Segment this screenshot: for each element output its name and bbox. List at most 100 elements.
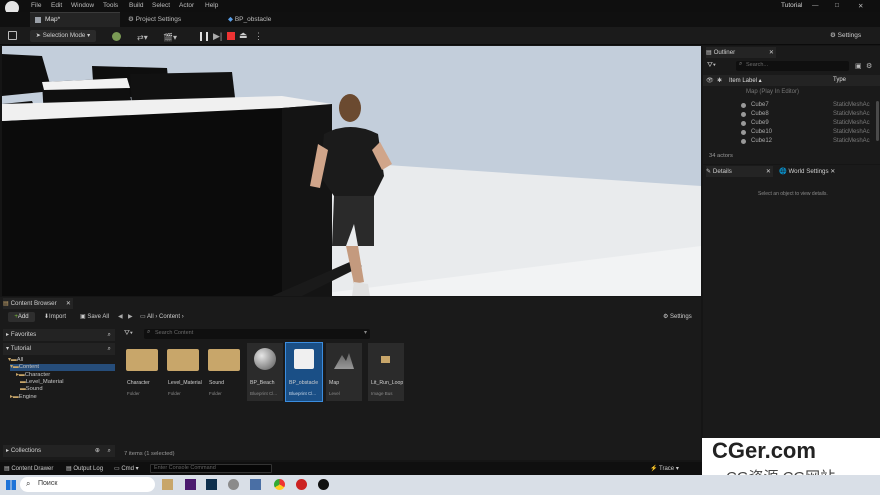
folder-icon: ▸▬ [16,372,25,378]
asset-tile[interactable]: BP_Beach Blueprint Cl... [247,343,283,401]
windows-start-icon[interactable] [6,480,16,490]
outliner-title: Outliner [713,49,736,56]
cinematics-icon[interactable]: 🎬▾ [163,33,177,42]
col-type[interactable]: Type [833,77,846,83]
menu-window[interactable]: Window [71,2,94,9]
tab-details[interactable]: ✎ Details ✕ [706,166,773,177]
outliner-row[interactable]: Cube12 StaticMeshAc [703,137,875,146]
asset-filter-icon[interactable]: ⛛▾ [124,330,133,338]
image-icon [368,343,404,377]
taskbar-app-icon[interactable] [274,479,285,490]
eject-icon[interactable]: ⏏ [239,30,248,41]
menu-tools[interactable]: Tools [103,2,118,9]
taskbar-app-icon[interactable] [185,479,196,490]
taskbar-app-icon[interactable] [318,479,329,490]
favorites-section[interactable]: ▸ Favorites ⌕ [3,329,115,341]
close-tab-icon[interactable]: ✕ [66,298,71,309]
asset-tile-selected[interactable]: BP_obstacle Blueprint Cl... [285,342,323,402]
tree-item-character[interactable]: ▸▬Character [16,372,50,379]
add-actor-icon[interactable] [112,32,121,41]
taskbar-app-icon[interactable] [250,479,261,490]
search-icon[interactable]: ⌕ [108,343,111,355]
tree-item-all[interactable]: ▾▬All [8,357,23,364]
blueprint-menu-icon[interactable]: ⇄▾ [137,33,148,42]
history-back-icon[interactable]: ◀ [118,313,123,320]
taskbar-app-icon[interactable] [296,479,307,490]
toolbar-settings-button[interactable]: ⚙ Settings [830,31,861,39]
pause-icon[interactable] [200,32,208,41]
outliner-settings-icon[interactable]: ⚙ [866,62,872,70]
search-icon[interactable]: ⌕ [108,445,111,457]
search-icon[interactable]: ⌕ [108,329,111,341]
add-button[interactable]: +Add [8,312,35,322]
outliner-map-row[interactable]: Map (Play In Editor) [703,88,875,97]
close-window-icon[interactable]: ✕ [858,2,863,10]
tutorial-section[interactable]: ▾ Tutorial ⌕ [3,343,115,355]
outliner-search-input[interactable]: ⌕ Search... [736,61,849,71]
cb-settings-button[interactable]: ⚙ Settings [663,313,692,320]
add-folder-icon[interactable]: ▣ [855,62,862,70]
level-viewport[interactable] [2,46,701,296]
step-icon[interactable]: ▶| [213,31,222,42]
minimize-icon[interactable]: — [812,2,819,9]
tree-item-content[interactable]: ▾▬Content [10,364,115,371]
menu-actor[interactable]: Actor [179,2,194,9]
selection-mode-dropdown[interactable]: ➤ Selection Mode ▾ [30,30,96,42]
taskbar-app-icon[interactable] [162,479,173,490]
add-collection-icon[interactable]: ⊕ [95,445,100,457]
outliner-row[interactable]: Cube8 StaticMeshAc [703,110,875,119]
maximize-icon[interactable]: □ [835,2,839,9]
tab-project-settings[interactable]: ⚙ Project Settings [128,12,181,27]
tab-map[interactable]: Map* [30,12,120,27]
outliner-scrollbar[interactable] [876,101,879,141]
trace-button[interactable]: ⚡ Trace ▾ [650,465,679,472]
tree-item-sound[interactable]: ▬Sound [20,386,43,393]
outliner-row[interactable]: Cube9 StaticMeshAc [703,119,875,128]
console-input[interactable]: Enter Console Command [150,464,272,473]
stop-icon[interactable] [227,32,235,40]
asset-tile[interactable]: Sound Folder [206,343,242,401]
trace-icon: ⚡ [650,466,660,472]
breadcrumb-all[interactable]: All [147,314,154,320]
pin-icon[interactable]: ✱ [717,77,722,84]
save-icon[interactable] [8,31,17,40]
collections-section[interactable]: ▸ Collections ⊕ ⌕ [3,445,115,457]
tree-item-engine[interactable]: ▸▬Engine [10,394,37,401]
outliner-row[interactable]: Cube7 StaticMeshAc [703,101,875,110]
asset-tile[interactable]: Level_Material Folder [165,343,202,401]
import-button[interactable]: ⬇Import [44,313,66,320]
col-item-label[interactable]: Item Label ▴ [729,77,762,84]
taskbar-app-icon[interactable] [206,479,217,490]
menu-build[interactable]: Build [129,2,143,9]
content-status: 7 items (1 selected) [124,451,175,457]
menu-file[interactable]: File [31,2,41,9]
close-tab-icon[interactable]: ✕ [766,166,771,177]
menu-help[interactable]: Help [205,2,218,9]
tree-label: All [16,357,24,363]
visibility-icon[interactable]: 👁 [706,77,714,84]
menu-edit[interactable]: Edit [51,2,62,9]
asset-tile[interactable]: Lit_Run_Loop Image Bus [368,343,404,401]
close-tab-icon[interactable]: ✕ [830,168,835,175]
tab-content-browser[interactable]: ▤ Content Browser ✕ [3,298,73,309]
save-all-button[interactable]: ▣ Save All [80,313,109,320]
outliner-filter-icon[interactable]: ⛛▾ [707,62,716,70]
tab-bp-obstacle[interactable]: ◆ BP_obstacle [228,12,271,27]
taskbar-search[interactable]: ⌕ Поиск [20,477,155,492]
tab-outliner[interactable]: ▤ Outliner ✕ [706,47,776,58]
more-options-icon[interactable]: ⋮ [254,31,263,42]
close-tab-icon[interactable]: ✕ [769,47,774,58]
history-forward-icon[interactable]: ▶ [128,313,133,320]
tab-world-settings[interactable]: 🌐 World Settings ✕ [779,166,835,177]
tree-item-level-material[interactable]: ▬Level_Material [20,379,64,386]
breadcrumb-content[interactable]: Content [159,314,180,320]
taskbar-app-icon[interactable] [228,479,239,490]
asset-tile[interactable]: Character Folder [124,343,160,401]
asset-search-input[interactable]: ⌕ Search Content ▾ [144,329,370,339]
asset-tile[interactable]: Map Level [326,343,362,401]
content-drawer-button[interactable]: ▤ Content Drawer [4,465,53,472]
menu-select[interactable]: Select [152,2,170,9]
output-log-button[interactable]: ▤ Output Log [66,465,103,472]
outliner-row[interactable]: Cube10 StaticMeshAc [703,128,875,137]
cmd-dropdown[interactable]: ▭ Cmd ▾ [114,465,139,472]
